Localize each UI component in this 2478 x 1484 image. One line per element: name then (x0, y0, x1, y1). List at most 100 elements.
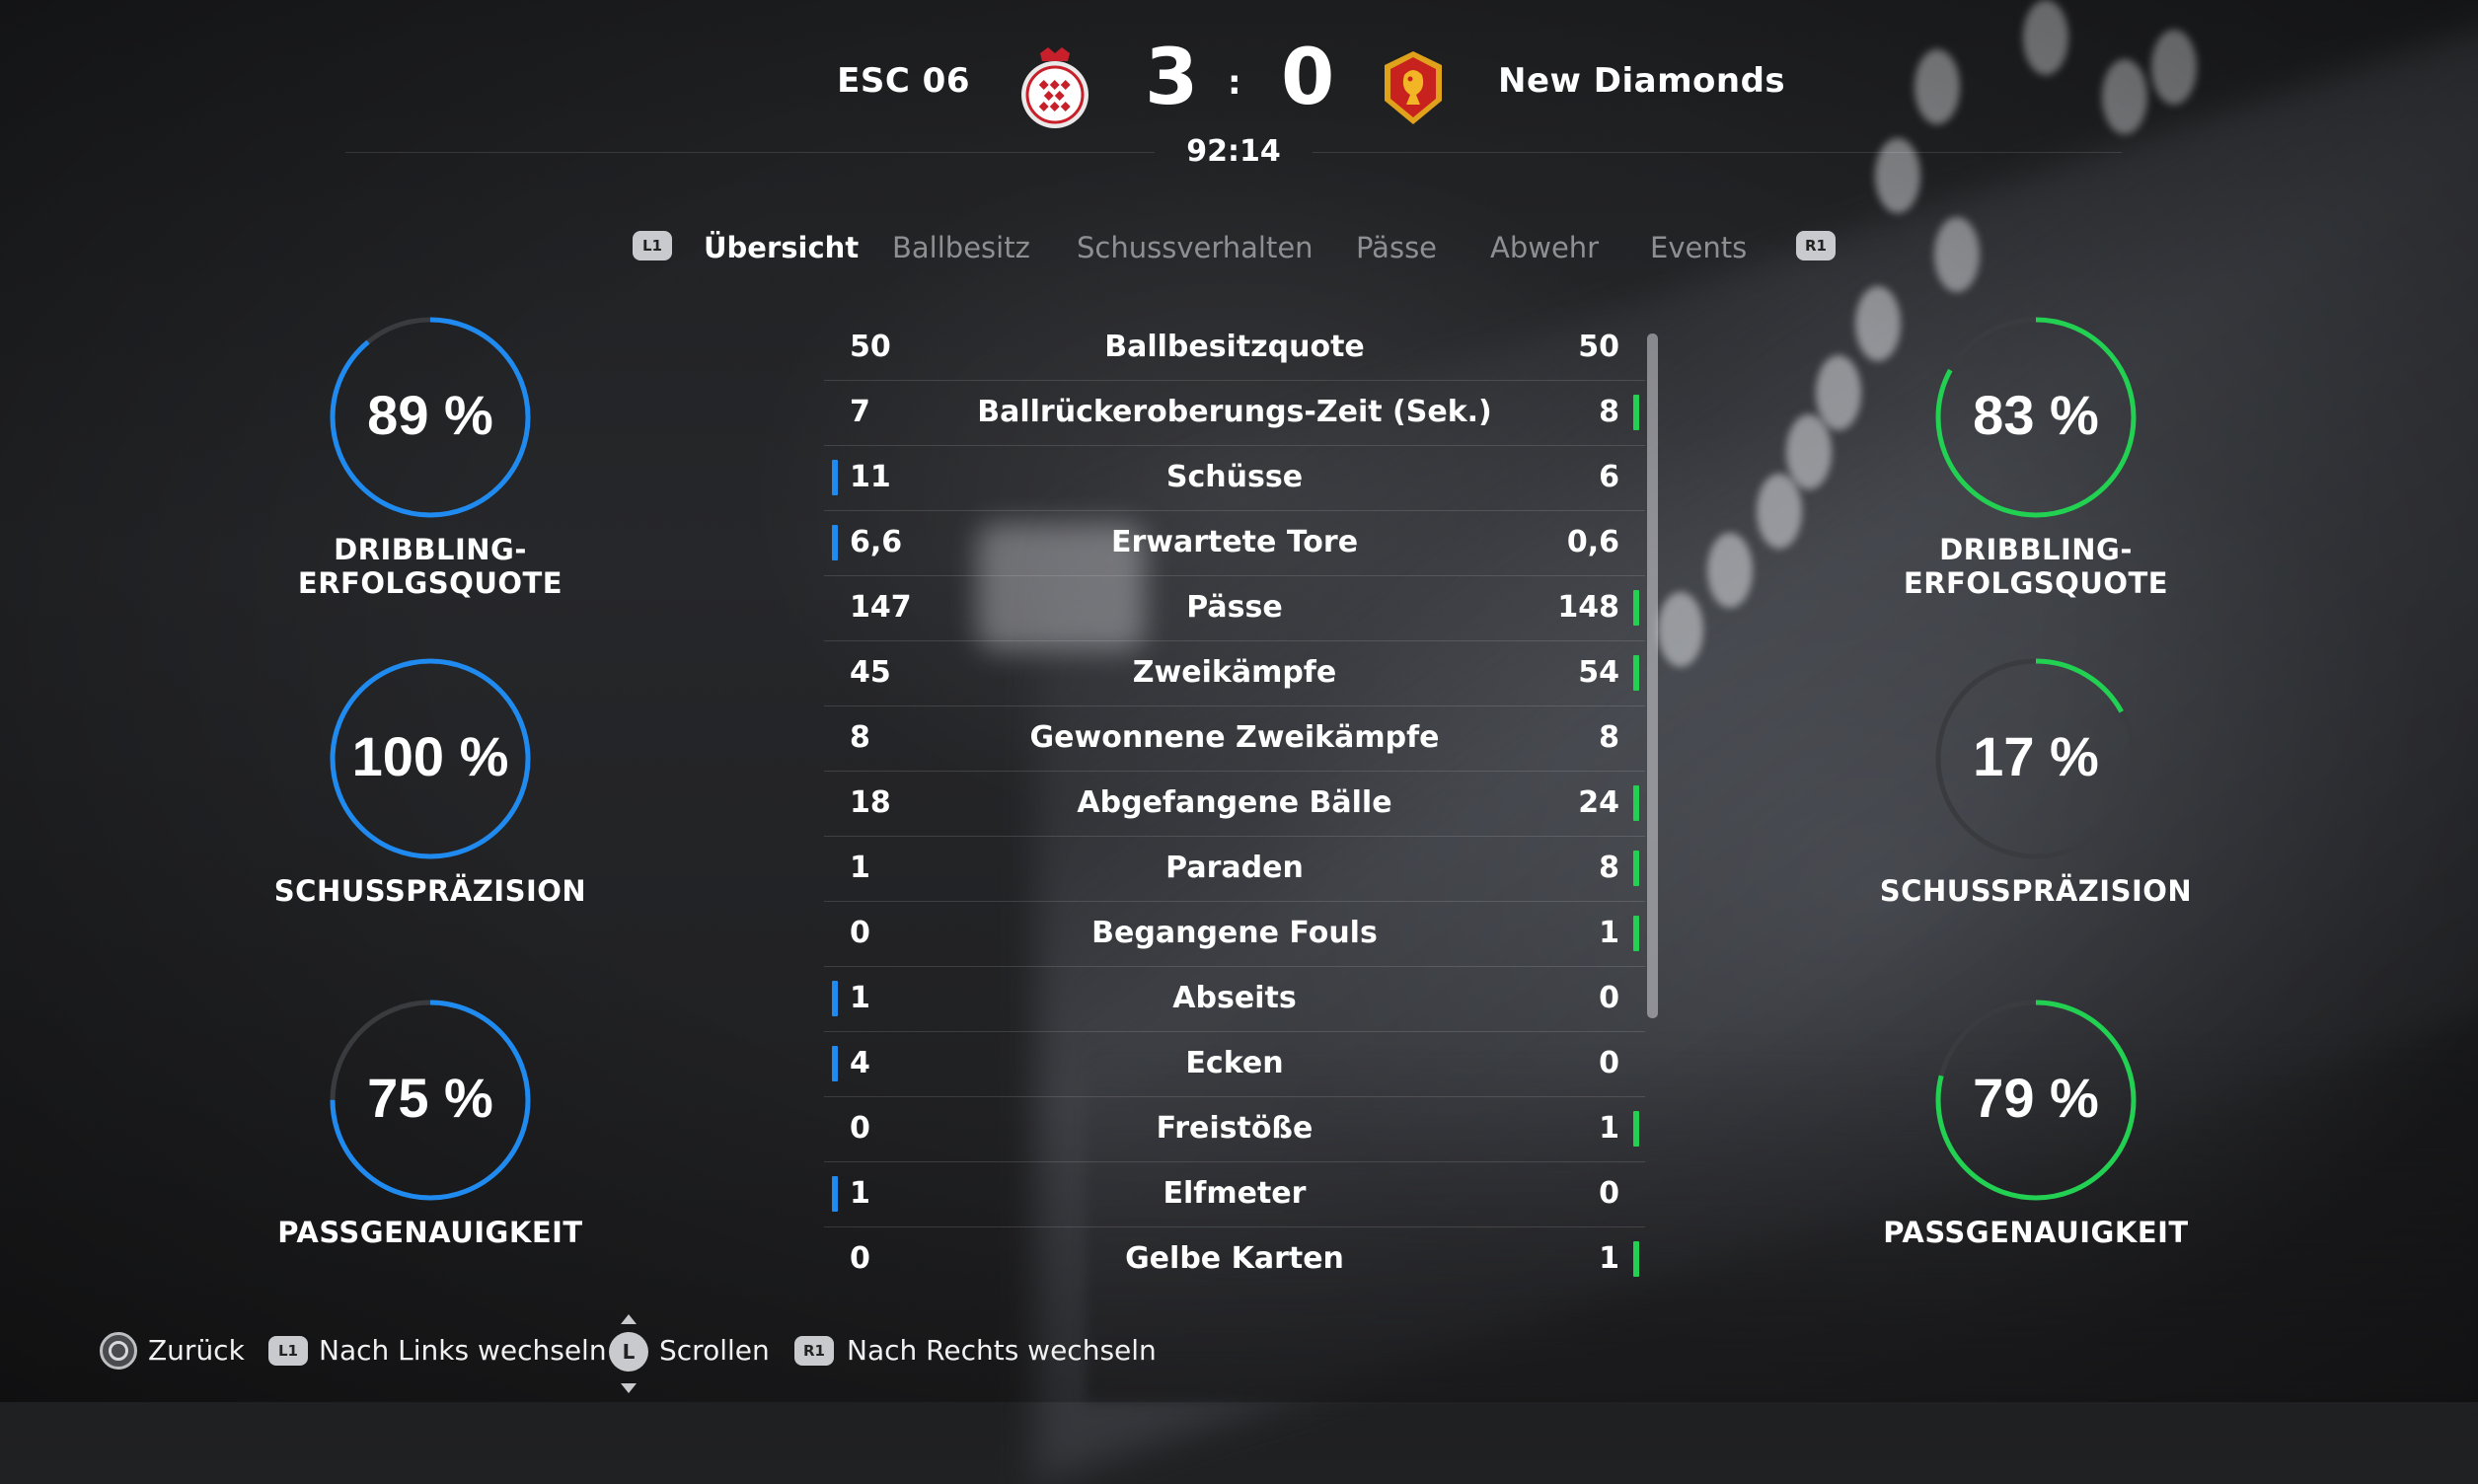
r1-button-icon[interactable]: R1 (794, 1336, 834, 1366)
controller-hints-bar: Zurück L1 Nach Links wechseln L Scrollen… (0, 1314, 2478, 1393)
stat-row: 1 Abseits 0 (824, 967, 1645, 1032)
stat-label: Elfmeter (1163, 1176, 1307, 1211)
stat-label: Zweikämpfe (1132, 655, 1337, 690)
away-team-name: New Diamonds (1498, 61, 1786, 101)
circle-value: 75 % (367, 1067, 493, 1129)
tab-defense[interactable]: Abwehr (1490, 231, 1599, 264)
away-leader-marker (1633, 785, 1639, 821)
away-stat-value: 1 (1599, 916, 1619, 950)
circle-value: 89 % (367, 384, 493, 446)
home-pass-accuracy-stat: 75 % PASSGENAUIGKEIT (223, 997, 638, 1249)
l1-button-icon[interactable]: L1 (268, 1336, 308, 1366)
r1-button-icon[interactable]: R1 (1796, 231, 1836, 260)
stat-label: Paraden (1165, 851, 1304, 885)
stat-row: 45 Zweikämpfe 54 (824, 641, 1645, 706)
tab-shooting[interactable]: Schussverhalten (1077, 231, 1314, 264)
home-dribbling-stat: 89 % DRIBBLING-ERFOLGSQUOTE (223, 314, 638, 600)
away-stat-value: 1 (1599, 1111, 1619, 1146)
tab-events[interactable]: Events (1650, 231, 1747, 264)
away-leader-marker (1633, 916, 1639, 951)
tab-possession[interactable]: Ballbesitz (892, 231, 1030, 264)
circle-label: PASSGENAUIGKEIT (277, 1216, 583, 1249)
home-team-name: ESC 06 (837, 61, 970, 101)
circle-value: 100 % (352, 725, 509, 787)
stat-row: 0 Freistöße 1 (824, 1097, 1645, 1162)
scoreboard: ESC 06 3 : 0 New Diamonds 92:14 (0, 34, 2478, 178)
back-hint[interactable]: Zurück (148, 1334, 245, 1367)
away-leader-marker (1633, 655, 1639, 691)
progress-ring: 89 % (330, 317, 531, 518)
stat-row: 11 Schüsse 6 (824, 446, 1645, 511)
stat-row: 7 Ballrückeroberungs-Zeit (Sek.) 8 (824, 381, 1645, 446)
away-stat-value: 1 (1599, 1241, 1619, 1276)
stat-label: Pässe (1186, 590, 1283, 625)
away-leader-marker (1633, 395, 1639, 430)
circle-label: DRIBBLING-ERFOLGSQUOTE (1903, 533, 2169, 600)
stat-row: 1 Paraden 8 (824, 837, 1645, 902)
away-stat-value: 148 (1557, 590, 1619, 625)
match-clock: 92:14 (1186, 134, 1281, 169)
away-stat-value: 8 (1599, 720, 1619, 755)
stat-row: 1 Elfmeter 0 (824, 1162, 1645, 1227)
l1-button-icon[interactable]: L1 (633, 231, 672, 260)
switch-right-hint[interactable]: Nach Rechts wechseln (847, 1334, 1157, 1367)
away-dribbling-stat: 83 % DRIBBLING-ERFOLGSQUOTE (1829, 314, 2243, 600)
stat-label: Gewonnene Zweikämpfe (1029, 720, 1440, 755)
stat-row: 147 Pässe 148 (824, 576, 1645, 641)
tab-overview[interactable]: Übersicht (704, 231, 859, 264)
home-team-crest-icon (1018, 45, 1091, 130)
away-score: 0 (1281, 34, 1335, 122)
circle-value: 83 % (1973, 384, 2099, 446)
header-divider (345, 152, 1155, 153)
stat-label: Abgefangene Bälle (1077, 785, 1392, 820)
away-stat-value: 0,6 (1566, 525, 1619, 559)
away-stat-value: 50 (1578, 330, 1619, 364)
stat-row: 4 Ecken 0 (824, 1032, 1645, 1097)
stats-tab-bar: L1 Übersicht Ballbesitz Schussverhalten … (0, 225, 2478, 274)
progress-ring: 100 % (330, 658, 531, 859)
circle-value: 17 % (1973, 725, 2099, 787)
away-stat-value: 8 (1599, 851, 1619, 885)
circle-value: 79 % (1973, 1067, 2099, 1129)
stat-label: Ballrückeroberungs-Zeit (Sek.) (977, 395, 1492, 429)
stat-label: Gelbe Karten (1125, 1241, 1344, 1276)
progress-ring: 83 % (1935, 317, 2137, 518)
stat-row: 8 Gewonnene Zweikämpfe 8 (824, 706, 1645, 772)
scroll-hint[interactable]: Scrollen (659, 1334, 770, 1367)
tab-passes[interactable]: Pässe (1356, 231, 1437, 264)
stat-row: 0 Begangene Fouls 1 (824, 902, 1645, 967)
away-stat-value: 8 (1599, 395, 1619, 429)
away-stat-value: 24 (1578, 785, 1619, 820)
away-leader-marker (1633, 590, 1639, 626)
switch-left-hint[interactable]: Nach Links wechseln (319, 1334, 607, 1367)
away-pass-accuracy-stat: 79 % PASSGENAUIGKEIT (1829, 997, 2243, 1249)
away-stat-value: 0 (1599, 981, 1619, 1015)
away-stat-value: 0 (1599, 1046, 1619, 1080)
circle-label: SCHUSSPRÄZISION (273, 874, 587, 908)
away-stat-value: 54 (1578, 655, 1619, 690)
circle-label: SCHUSSPRÄZISION (1879, 874, 2193, 908)
stat-label: Freistöße (1156, 1111, 1314, 1146)
stat-label: Erwartete Tore (1110, 525, 1359, 559)
away-stat-value: 0 (1599, 1176, 1619, 1211)
stat-label: Begangene Fouls (1091, 916, 1378, 950)
stat-row: 50 Ballbesitzquote 50 (824, 316, 1645, 381)
away-leader-marker (1633, 851, 1639, 886)
away-leader-marker (1633, 1111, 1639, 1147)
circle-button-icon[interactable] (100, 1332, 137, 1370)
score-separator: : (1228, 63, 1241, 103)
progress-ring: 75 % (330, 1000, 531, 1201)
away-shot-accuracy-stat: 17 % SCHUSSPRÄZISION (1829, 655, 2243, 908)
home-shot-accuracy-stat: 100 % SCHUSSPRÄZISION (223, 655, 638, 908)
progress-ring: 79 % (1935, 1000, 2137, 1201)
stat-label: Ballbesitzquote (1104, 330, 1365, 364)
match-stats-table: 50 Ballbesitzquote 50 7 Ballrückeroberungs-Z… (824, 316, 1645, 1292)
stat-row: 6,6 Erwartete Tore 0,6 (824, 511, 1645, 576)
home-score: 3 (1145, 34, 1199, 122)
stat-label: Schüsse (1165, 460, 1304, 494)
left-stick-icon[interactable]: L (609, 1332, 648, 1372)
stat-label: Abseits (1172, 981, 1297, 1015)
stat-label: Ecken (1185, 1046, 1284, 1080)
away-stat-value: 6 (1599, 460, 1619, 494)
stats-scrollbar[interactable] (1647, 334, 1658, 1018)
